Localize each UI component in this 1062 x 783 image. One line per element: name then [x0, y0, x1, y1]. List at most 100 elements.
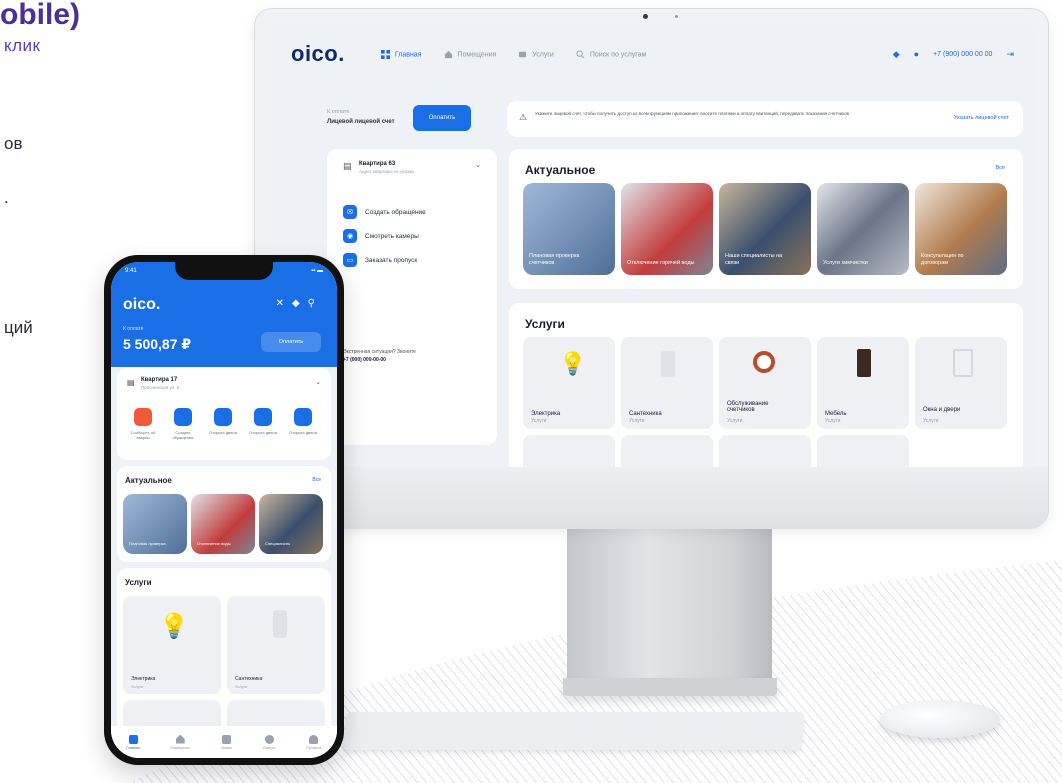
- apartment-name[interactable]: Квартира 63: [359, 161, 395, 167]
- quick-action-label: Открыть двери: [209, 430, 237, 435]
- mobile-logo[interactable]: oico.: [123, 296, 160, 314]
- window-icon: [953, 349, 973, 377]
- quick-action-emergency[interactable]: Сообщить об аварии: [125, 408, 161, 440]
- service-card-plumbing[interactable]: Сантехника Услуги: [621, 337, 713, 429]
- side-action-label: Создать обращение: [365, 208, 426, 216]
- nav-item-premises[interactable]: Помещения: [444, 50, 496, 59]
- see-all-link[interactable]: Все: [996, 165, 1005, 171]
- imac-stand: [567, 528, 772, 678]
- promo-line-2: .: [4, 188, 9, 207]
- mobile-service-electric[interactable]: 💡 Электрика Услуги: [123, 596, 221, 694]
- actual-card-caption: Плановая проверка: [129, 540, 166, 546]
- nav-label: Поиск по услугам: [589, 50, 647, 58]
- mobile-services-section: Услуги 💡 Электрика Услуги Сантехника Усл…: [117, 568, 331, 738]
- side-action-create-request[interactable]: ✉ Создать обращение: [343, 205, 426, 219]
- actual-card-4[interactable]: Услуги химчистки: [817, 183, 909, 275]
- imac-monitor: oico. Главная Помещения Услуги Поиск по …: [254, 8, 1049, 529]
- door-icon: [214, 408, 232, 426]
- quick-action-label: Создать обращение: [172, 430, 194, 441]
- meter-icon: [753, 351, 775, 373]
- mobile-actual-card-1[interactable]: Плановая проверка: [123, 494, 187, 554]
- mobile-balance-label: К оплате: [123, 326, 144, 332]
- services-icon: [519, 51, 527, 57]
- quick-action-label: Открыть двери: [289, 430, 317, 435]
- actual-card-caption: Отключение воды: [197, 540, 231, 546]
- chair-icon: [857, 349, 871, 377]
- mobile-actual-card-3[interactable]: Специалисты: [259, 494, 323, 554]
- quick-action-door-1[interactable]: Открыть двери: [205, 408, 241, 435]
- quick-action-door-2[interactable]: Открыть двери: [245, 408, 281, 435]
- mobile-phone: 9:41 ▪▪ ▬ oico. ✕◆⚲ К оплате 5 500,87 ₽ …: [104, 255, 344, 765]
- quick-action-door-3[interactable]: Открыть двери: [285, 408, 321, 435]
- camera-icon: [264, 734, 274, 744]
- service-sub: Услуги: [131, 684, 144, 689]
- phone-number[interactable]: +7 (900) 000 00 00: [933, 51, 992, 58]
- service-card-more-1[interactable]: [523, 435, 615, 467]
- service-sub: Услуги: [629, 418, 645, 424]
- user-icon[interactable]: ●: [914, 49, 919, 59]
- keyboard: [343, 712, 805, 750]
- side-action-cameras[interactable]: ◉ Смотреть камеры: [343, 229, 419, 243]
- logout-icon[interactable]: ⇥: [1006, 49, 1014, 60]
- mouse: [880, 700, 1000, 738]
- tab-premises[interactable]: Помещения: [170, 734, 190, 750]
- service-card-meters[interactable]: Обслуживание счетчиков Услуги: [719, 337, 811, 429]
- mobile-actual-section: Актуальное Все Плановая проверка Отключе…: [117, 466, 331, 562]
- service-card-electric[interactable]: 💡 Электрика Услуги: [523, 337, 615, 429]
- chevron-down-icon[interactable]: ⌄: [315, 378, 321, 386]
- nav-item-search[interactable]: Поиск по услугам: [576, 49, 647, 59]
- sidebar: ▤ Квартира 63 Адрес квартиры не указан ⌄…: [327, 149, 497, 445]
- mobile-apartment-name[interactable]: Квартира 17: [141, 377, 177, 383]
- specify-account-link[interactable]: Указать лицевой счет: [954, 115, 1009, 121]
- services-title: Услуги: [525, 317, 565, 331]
- nav-item-services[interactable]: Услуги: [518, 50, 554, 59]
- mobile-actual-card-2[interactable]: Отключение воды: [191, 494, 255, 554]
- mobile-tabbar: Главная Помещения Заявки Камеры Профиль: [111, 726, 337, 758]
- side-action-pass[interactable]: ▭ Заказать пропуск: [343, 253, 417, 267]
- service-card-furniture[interactable]: Мебель Услуги: [817, 337, 909, 429]
- mobile-pay-button[interactable]: Оплатить: [261, 332, 321, 352]
- emergency-phone[interactable]: +7 (000) 000-00-00: [343, 357, 386, 363]
- imac-foot: [563, 678, 777, 696]
- actual-card-2[interactable]: Отключение горячей воды: [621, 183, 713, 275]
- actual-card-caption: Наши специалисты на связи: [725, 252, 783, 266]
- nav-item-home[interactable]: Главная: [380, 49, 422, 59]
- door-icon: [294, 408, 312, 426]
- actual-card-caption: Специалисты: [265, 540, 291, 546]
- actual-card-5[interactable]: Консультация по договорам: [915, 183, 1007, 275]
- home-icon: [175, 734, 185, 744]
- home-icon: [444, 50, 452, 58]
- mobile-see-all-link[interactable]: Все: [312, 477, 321, 483]
- mobile-balance: 5 500,87 ₽: [123, 336, 192, 352]
- side-action-label: Смотреть камеры: [365, 232, 419, 240]
- app-logo[interactable]: oico.: [291, 41, 345, 67]
- service-card-more-4[interactable]: [817, 435, 909, 467]
- service-card-windows[interactable]: Окна и двери Услуги: [915, 337, 1007, 429]
- chevron-down-icon[interactable]: ⌄: [475, 161, 481, 169]
- service-card-more-2[interactable]: [621, 435, 713, 467]
- notification-icon[interactable]: ◆: [893, 49, 900, 60]
- quick-action-label: Открыть двери: [249, 430, 277, 435]
- balance-label: К оплате: [327, 109, 350, 115]
- actual-section: Актуальное Все Плановая проверка счетчик…: [509, 149, 1023, 289]
- message-icon: ✉: [343, 205, 357, 219]
- tab-cameras[interactable]: Камеры: [263, 734, 276, 750]
- mobile-service-plumbing[interactable]: Сантехника Услуги: [227, 596, 325, 694]
- camera-dot: [643, 14, 648, 19]
- service-label: Сантехника: [629, 411, 662, 417]
- pay-button[interactable]: Оплатить: [413, 105, 471, 131]
- tab-home[interactable]: Главная: [126, 734, 140, 750]
- tab-profile[interactable]: Профиль: [306, 734, 322, 750]
- promo-line-3: ций: [4, 318, 33, 337]
- promo-title: obile): [0, 0, 80, 31]
- service-card-more-3[interactable]: [719, 435, 811, 467]
- actual-card-1[interactable]: Плановая проверка счетчиков: [523, 183, 615, 275]
- service-label: Мебель: [825, 411, 847, 417]
- header-action-icons[interactable]: ✕◆⚲: [276, 298, 323, 309]
- tab-requests[interactable]: Заявки: [221, 734, 232, 750]
- service-label: Электрика: [531, 411, 561, 417]
- quick-action-request[interactable]: Создать обращение: [165, 408, 201, 440]
- quick-action-label: Сообщить об аварии: [130, 430, 156, 441]
- actual-card-3[interactable]: Наши специалисты на связи: [719, 183, 811, 275]
- tab-label: Помещения: [170, 745, 190, 750]
